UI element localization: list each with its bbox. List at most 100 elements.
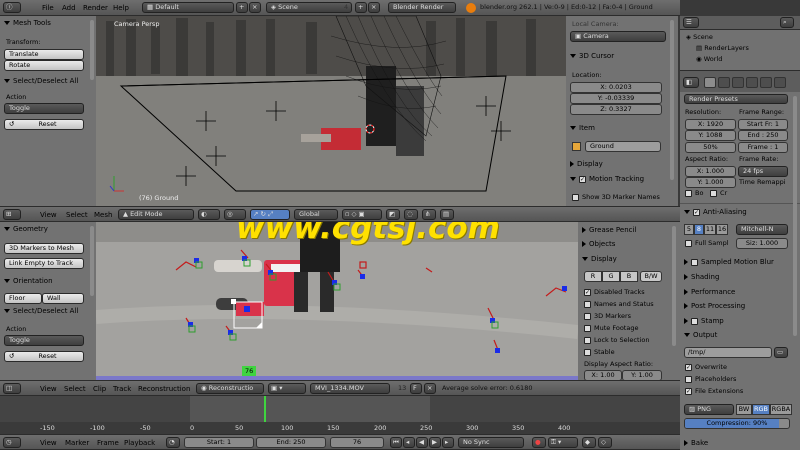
cursor-z-field[interactable]: Z: 0.3327 <box>570 104 662 115</box>
3d-markers-checkbox[interactable] <box>584 312 591 320</box>
rotate-button[interactable]: Rotate <box>4 60 84 71</box>
sampled-motion-toggle[interactable]: Sampled Motion Blur <box>684 257 774 267</box>
mode-dropdown[interactable]: ▲ Edit Mode <box>118 209 194 220</box>
item-panel-title[interactable]: Item <box>570 123 595 133</box>
menu-select[interactable]: Select <box>64 383 86 395</box>
performance-panel-title[interactable]: Performance <box>684 287 735 297</box>
panel-scrollbar[interactable] <box>672 226 676 346</box>
floor-button[interactable]: Floor <box>4 293 42 304</box>
current-frame-field[interactable]: 76 <box>330 437 384 448</box>
file-format-dropdown[interactable]: ▨ PNG <box>684 404 734 415</box>
render-engine-selector[interactable]: Blender Render <box>388 2 456 13</box>
outliner-world-item[interactable]: ◉ World <box>696 55 722 64</box>
wall-button[interactable]: Wall <box>42 293 84 304</box>
start-frame-field[interactable]: Start: 1 <box>184 437 254 448</box>
occlude-button[interactable]: ◩ <box>386 209 400 220</box>
lock-selection-checkbox[interactable] <box>584 336 591 344</box>
action-dropdown[interactable]: Toggle <box>4 103 84 114</box>
menu-select[interactable]: Select <box>66 209 88 221</box>
scene-delete-button[interactable]: × <box>368 2 380 13</box>
cursor-x-field[interactable]: X: 0.0203 <box>570 82 662 93</box>
border-checkbox[interactable] <box>685 189 692 197</box>
outliner-search-icon[interactable]: ⌕ <box>780 17 794 28</box>
lock-selection-option[interactable]: Lock to Selection <box>584 336 649 345</box>
border-option[interactable]: Bo <box>685 189 703 198</box>
placeholders-option[interactable]: Placeholders <box>685 375 736 384</box>
editor-type-button[interactable]: ⊞ <box>3 209 21 220</box>
names-status-checkbox[interactable] <box>584 300 591 308</box>
cursor-y-field[interactable]: Y: -0.03339 <box>570 93 662 104</box>
bake-panel-title[interactable]: Bake <box>684 438 708 448</box>
world-tab-icon[interactable] <box>732 77 744 88</box>
menu-view[interactable]: View <box>40 437 57 449</box>
panel-scrollbar[interactable] <box>90 20 94 80</box>
menu-track[interactable]: Track <box>113 383 131 395</box>
stable-option[interactable]: Stable <box>584 348 615 357</box>
objects-title[interactable]: Objects <box>582 239 615 249</box>
aspect-y-field[interactable]: Y: 1.000 <box>685 177 736 188</box>
next-keyframe-button[interactable]: ▸ <box>442 437 454 448</box>
aa-filter-dropdown[interactable]: Mitchell-N <box>736 224 788 235</box>
preview-range-button[interactable]: ◔ <box>166 437 180 448</box>
menu-view[interactable]: View <box>40 383 57 395</box>
show-markers-checkbox[interactable] <box>572 193 579 201</box>
play-reverse-button[interactable]: ◀ <box>416 437 428 448</box>
shading-panel-title[interactable]: Shading <box>684 272 719 282</box>
menu-mesh[interactable]: Mesh <box>94 209 112 221</box>
stamp-toggle[interactable]: Stamp <box>684 316 724 326</box>
render-preview-button[interactable]: ▤ <box>440 209 454 220</box>
translate-button[interactable]: Translate <box>4 49 84 60</box>
menu-marker[interactable]: Marker <box>65 437 89 449</box>
fake-user-button[interactable]: F <box>410 383 422 394</box>
crop-checkbox[interactable] <box>710 189 717 197</box>
outliner-editor-button[interactable]: ☰ <box>683 17 699 28</box>
aa-samples-8[interactable]: 8 <box>694 224 704 235</box>
sampled-motion-checkbox[interactable] <box>691 258 698 266</box>
orientation-title[interactable]: Orientation <box>4 276 53 286</box>
res-percent-field[interactable]: 50% <box>685 142 736 153</box>
playhead[interactable] <box>264 396 266 422</box>
menu-view[interactable]: View <box>40 209 57 221</box>
menu-reconstruction[interactable]: Reconstruction <box>138 383 190 395</box>
aa-samples-5[interactable]: 5 <box>684 224 694 235</box>
layout-selector[interactable]: ▦ Default <box>142 2 234 13</box>
menu-playback[interactable]: Playback <box>124 437 155 449</box>
channel-r[interactable]: R <box>584 271 602 282</box>
full-sample-checkbox[interactable] <box>685 239 692 247</box>
select-mode-buttons[interactable]: ▫ ◇ ▣ <box>342 209 382 220</box>
fps-dropdown[interactable]: 24 fps <box>738 166 788 177</box>
layout-delete-button[interactable]: × <box>249 2 261 13</box>
timeline-area[interactable]: -150 -100 -50 0 50 100 150 200 250 300 3… <box>0 396 680 434</box>
anti-aliasing-checkbox[interactable]: ✓ <box>693 208 700 216</box>
scene-selector[interactable]: ◈ Scene <box>266 2 352 13</box>
viewport-3d[interactable]: Camera Persp (76) Ground <box>96 16 566 206</box>
cursor-panel-title[interactable]: 3D Cursor <box>570 51 614 61</box>
editor-type-button[interactable]: ◫ <box>3 383 21 394</box>
file-extensions-option[interactable]: ✓ File Extensions <box>685 387 743 396</box>
grease-pencil-title[interactable]: Grease Pencil <box>582 225 636 235</box>
display-panel-title[interactable]: Display <box>570 159 603 169</box>
clip-name-field[interactable]: MVI_1334.MOV <box>310 383 390 394</box>
aa-size-field[interactable]: Siz: 1.000 <box>736 238 788 249</box>
viewport-shading-button[interactable]: ◐ <box>198 209 220 220</box>
output-panel-title[interactable]: Output <box>684 330 717 340</box>
insert-keyframe-button[interactable]: ◆ <box>582 437 596 448</box>
post-processing-panel-title[interactable]: Post Processing <box>684 301 745 311</box>
show-markers-option[interactable]: Show 3D Marker Names <box>572 193 660 202</box>
menu-file[interactable]: File <box>42 2 54 14</box>
delete-keyframe-button[interactable]: ◇ <box>598 437 612 448</box>
layout-add-button[interactable]: + <box>236 2 248 13</box>
menu-add[interactable]: Add <box>62 2 76 14</box>
mute-footage-checkbox[interactable] <box>584 324 591 332</box>
output-path-field[interactable]: /tmp/ <box>684 347 772 358</box>
properties-editor-button[interactable]: ◧ <box>683 77 699 88</box>
editor-type-button[interactable]: ◷ <box>3 437 21 448</box>
data-tab-icon[interactable] <box>774 77 786 88</box>
channel-g[interactable]: G <box>602 271 620 282</box>
start-frame-field[interactable]: Start Fr: 1 <box>738 119 788 130</box>
stamp-checkbox[interactable] <box>691 317 698 325</box>
outliner-renderlayers-item[interactable]: ▤ RenderLayers <box>696 44 749 53</box>
keying-set-button[interactable]: ⚿ ▾ <box>548 437 578 448</box>
modifiers-tab-icon[interactable] <box>760 77 772 88</box>
disabled-tracks-checkbox[interactable]: ✓ <box>584 288 591 296</box>
